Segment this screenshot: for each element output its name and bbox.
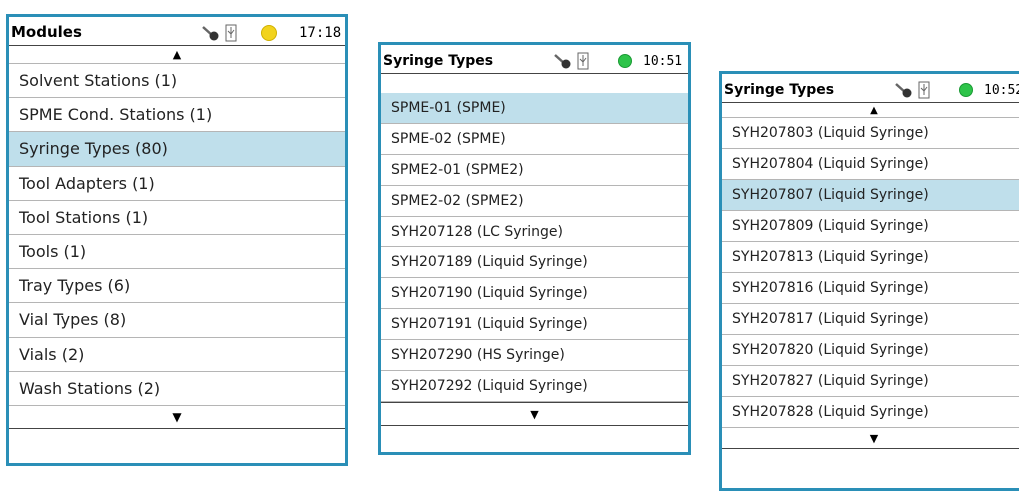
panel-title: Modules [11, 23, 82, 41]
list-item[interactable]: SYH207809 (Liquid Syringe) [722, 211, 1019, 242]
clock-time: 10:51 [643, 54, 683, 69]
list-item-label: SPME-01 (SPME) [391, 99, 506, 116]
modules-panel: Modules 17:18 ▲ Solvent Stations (1) SPME… [6, 14, 348, 466]
status-green-icon [959, 83, 973, 97]
arrow-up-icon: ▲ [172, 48, 182, 61]
list-item-label: Wash Stations (2) [19, 378, 161, 398]
clock-time: 10:52 [984, 83, 1019, 98]
list-item-label: SYH207190 (Liquid Syringe) [391, 285, 588, 302]
list-item[interactable]: Vial Types (8) [9, 303, 345, 338]
clock-time: 17:18 [299, 25, 342, 41]
list-item-label: SYH207191 (Liquid Syringe) [391, 316, 588, 333]
list-item[interactable]: SPME Cond. Stations (1) [9, 98, 345, 133]
list-item-label: SYH207828 (Liquid Syringe) [732, 404, 929, 420]
list-item-label: SYH207827 (Liquid Syringe) [732, 373, 929, 389]
panel-title: Syringe Types [724, 82, 835, 98]
list-item-label: Syringe Types (80) [19, 139, 168, 159]
list-item-label: Tool Adapters (1) [19, 173, 155, 193]
scroll-down-button[interactable]: ▼ [9, 406, 345, 429]
list-item-label: SYH207809 (Liquid Syringe) [732, 218, 929, 234]
status-yellow-icon [261, 25, 277, 41]
arrow-down-icon: ▼ [172, 410, 182, 424]
list-item-label: Tray Types (6) [19, 276, 131, 296]
list-item-label: SYH207813 (Liquid Syringe) [732, 249, 929, 265]
list-item[interactable]: SYH207804 (Liquid Syringe) [722, 149, 1019, 180]
list-item-label: SPME Cond. Stations (1) [19, 105, 213, 125]
list-item[interactable]: SYH207290 (HS Syringe) [381, 340, 688, 372]
list-item[interactable]: SYH207190 (Liquid Syringe) [381, 278, 688, 310]
scroll-up-button[interactable]: ▲ [9, 46, 345, 64]
usb-icon [225, 24, 237, 42]
list-item-label: Vials (2) [19, 344, 85, 364]
list-item[interactable]: Tools (1) [9, 235, 345, 270]
list-item[interactable]: Solvent Stations (1) [9, 64, 345, 99]
list-item[interactable]: Syringe Types (80) [9, 132, 345, 167]
key-icon [201, 24, 221, 42]
panel-header: Modules 17:18 [9, 17, 345, 46]
key-icon [894, 81, 914, 99]
list-item[interactable]: Vials (2) [9, 338, 345, 372]
status-green-icon [618, 54, 632, 68]
list-item[interactable]: SYH207827 (Liquid Syringe) [722, 366, 1019, 397]
list-item-label: Vial Types (8) [19, 310, 127, 330]
syringe-list: SPME-01 (SPME) SPME-02 (SPME) SPME2-01 (SP… [381, 93, 688, 402]
list-item-label: SYH207128 (LC Syringe) [391, 223, 563, 240]
list-item-label: SYH207820 (Liquid Syringe) [732, 342, 929, 358]
list-item[interactable]: Wash Stations (2) [9, 372, 345, 406]
list-item[interactable]: Tool Stations (1) [9, 201, 345, 235]
list-item-label: SYH207804 (Liquid Syringe) [732, 156, 929, 172]
key-icon [553, 52, 573, 70]
list-item[interactable]: Tray Types (6) [9, 269, 345, 304]
list-item[interactable]: SYH207807 (Liquid Syringe) [722, 180, 1019, 211]
panel-title: Syringe Types [383, 53, 494, 69]
module-list: Solvent Stations (1) SPME Cond. Stations … [9, 64, 345, 406]
list-item[interactable]: SYH207128 (LC Syringe) [381, 217, 688, 248]
list-item-label: SYH207189 (Liquid Syringe) [391, 254, 588, 271]
list-item[interactable]: SYH207828 (Liquid Syringe) [722, 397, 1019, 428]
syringe-list: SYH207803 (Liquid Syringe) SYH207804 (Liq… [722, 118, 1019, 428]
usb-icon [918, 81, 930, 99]
arrow-down-icon: ▼ [530, 407, 539, 421]
scroll-up-button[interactable]: ▲ [722, 103, 1019, 118]
list-item-label: Tools (1) [19, 242, 87, 262]
list-item[interactable]: SPME-02 (SPME) [381, 124, 688, 155]
list-item[interactable]: SPME2-02 (SPME2) [381, 186, 688, 217]
list-item-label: SPME2-02 (SPME2) [391, 192, 524, 209]
list-item-label: SPME2-01 (SPME2) [391, 161, 524, 178]
list-item[interactable]: SYH207189 (Liquid Syringe) [381, 247, 688, 279]
list-item-label: SYH207807 (Liquid Syringe) [732, 187, 929, 203]
syringe-types-panel-2: Syringe Types 10:52 ▲ SYH207803 (Liquid … [719, 71, 1019, 491]
list-item[interactable]: SYH207292 (Liquid Syringe) [381, 371, 688, 402]
list-item-label: SYH207816 (Liquid Syringe) [732, 280, 929, 296]
scroll-up-area[interactable] [381, 74, 688, 92]
scroll-down-button[interactable]: ▼ [722, 428, 1019, 449]
list-item[interactable]: SYH207191 (Liquid Syringe) [381, 309, 688, 341]
panel-header: Syringe Types 10:52 [722, 74, 1019, 103]
list-item-label: Tool Stations (1) [19, 207, 149, 227]
list-item-label: SYH207803 (Liquid Syringe) [732, 125, 929, 141]
arrow-down-icon: ▼ [869, 431, 879, 445]
list-item-label: Solvent Stations (1) [19, 71, 178, 91]
arrow-up-icon: ▲ [870, 104, 878, 116]
panel-header: Syringe Types 10:51 [381, 45, 688, 74]
scroll-down-button[interactable]: ▼ [381, 402, 688, 426]
list-item-label: SYH207817 (Liquid Syringe) [732, 311, 929, 327]
list-item-label: SYH207292 (Liquid Syringe) [391, 377, 588, 394]
list-item[interactable]: SYH207820 (Liquid Syringe) [722, 335, 1019, 366]
list-item[interactable]: SYH207817 (Liquid Syringe) [722, 304, 1019, 335]
list-item-label: SYH207290 (HS Syringe) [391, 347, 565, 364]
list-item[interactable]: SPME-01 (SPME) [381, 93, 688, 124]
list-item[interactable]: SYH207816 (Liquid Syringe) [722, 273, 1019, 304]
list-item[interactable]: SPME2-01 (SPME2) [381, 155, 688, 186]
usb-icon [577, 52, 589, 70]
list-item[interactable]: SYH207803 (Liquid Syringe) [722, 118, 1019, 149]
list-item-label: SPME-02 (SPME) [391, 130, 506, 147]
syringe-types-panel-1: Syringe Types 10:51 SPME-01 (SPME) SPME-0… [378, 42, 691, 455]
list-item[interactable]: SYH207813 (Liquid Syringe) [722, 242, 1019, 273]
list-item[interactable]: Tool Adapters (1) [9, 167, 345, 201]
